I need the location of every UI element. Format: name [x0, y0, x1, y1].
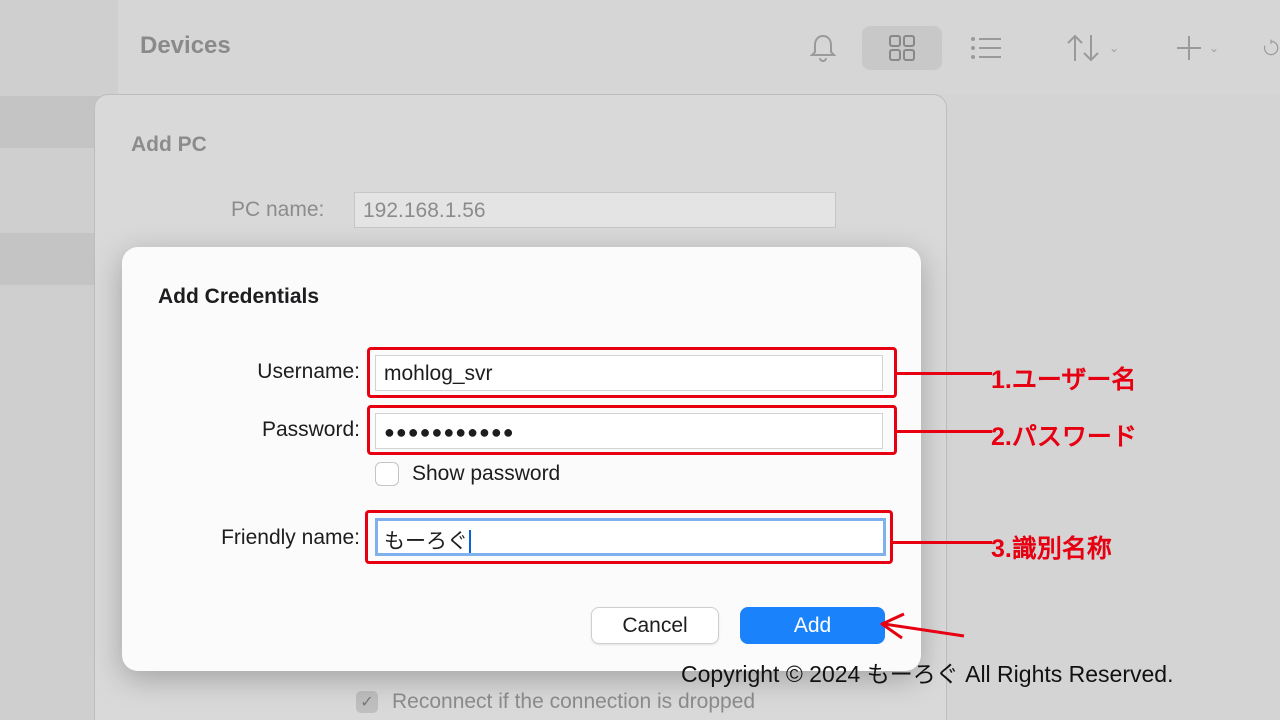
username-label: Username:	[257, 360, 360, 383]
pc-name-field[interactable]: 192.168.1.56	[354, 192, 836, 228]
show-password-checkbox[interactable]	[375, 462, 399, 486]
reconnect-option[interactable]: ✓ Reconnect if the connection is dropped	[356, 690, 755, 714]
password-label: Password:	[261, 418, 360, 441]
friendly-name-annotation: 3.識別名称	[991, 535, 1112, 563]
copyright-watermark: Copyright © 2024 もーろぐ All Rights Reserve…	[681, 661, 1174, 687]
add-button[interactable]: Add	[740, 607, 885, 644]
add-button-arrow	[880, 612, 965, 640]
add-pc-title: Add PC	[131, 133, 207, 156]
refresh-icon[interactable]	[1262, 26, 1280, 70]
app-title: Devices	[140, 32, 231, 59]
grid-view-icon[interactable]	[862, 26, 942, 70]
show-password-label: Show password	[412, 462, 561, 485]
friendly-name-label: Friendly name:	[221, 526, 360, 549]
username-pointer-line	[896, 372, 992, 375]
reconnect-label: Reconnect if the connection is dropped	[392, 690, 756, 713]
friendly-name-pointer-line	[892, 541, 992, 544]
username-annotation: 1.ユーザー名	[991, 366, 1137, 394]
list-view-icon[interactable]	[966, 26, 1006, 70]
password-highlight	[367, 405, 897, 455]
username-highlight	[367, 347, 897, 398]
password-annotation: 2.パスワード	[991, 423, 1137, 451]
friendly-name-highlight	[365, 510, 893, 564]
pc-name-label: PC name:	[231, 198, 325, 221]
sort-icon[interactable]: ⌄	[1056, 26, 1128, 70]
bell-icon[interactable]	[806, 26, 840, 70]
cancel-button[interactable]: Cancel	[591, 607, 719, 644]
show-password-option[interactable]: Show password	[375, 462, 560, 486]
password-pointer-line	[896, 430, 992, 433]
chevron-down-icon: ⌄	[1208, 41, 1220, 55]
add-icon[interactable]: ⌄	[1166, 26, 1228, 70]
dialog-title: Add Credentials	[158, 285, 320, 308]
reconnect-checkbox[interactable]: ✓	[356, 691, 378, 713]
chevron-down-icon: ⌄	[1108, 41, 1120, 55]
